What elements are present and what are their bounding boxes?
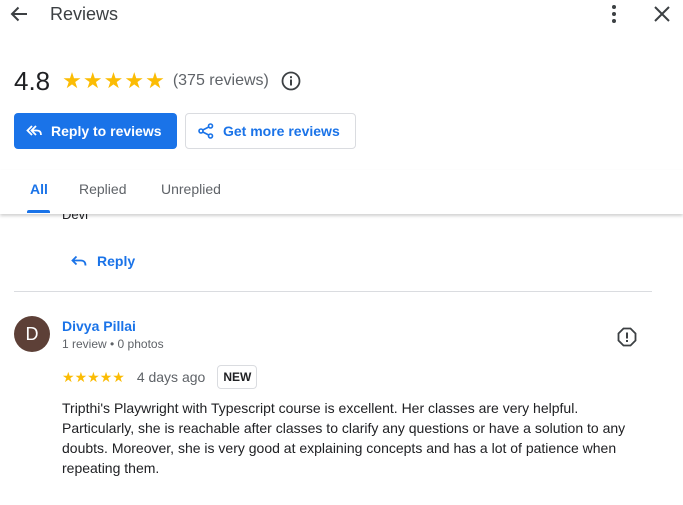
review-date: 4 days ago xyxy=(136,369,206,385)
more-vert-icon[interactable] xyxy=(604,3,624,25)
star-icon: ★ xyxy=(145,68,165,93)
previous-review-fragment: Devi xyxy=(62,214,89,222)
back-arrow-icon[interactable] xyxy=(8,3,30,25)
reply-label: Reply xyxy=(97,253,136,269)
action-buttons: Reply to reviews Get more reviews xyxy=(14,113,356,149)
star-icon: ★ xyxy=(62,369,75,385)
rating-stars: ★ ★ ★ ★ ★ xyxy=(62,70,165,92)
report-icon[interactable] xyxy=(616,326,638,348)
rating-value: 4.8 xyxy=(14,65,51,96)
star-icon: ★ xyxy=(62,68,82,93)
star-icon: ★ xyxy=(82,68,103,93)
info-icon[interactable] xyxy=(281,71,301,91)
tab-bar: All Replied Unreplied xyxy=(0,170,683,214)
review-stars: ★ ★ ★ ★ ★ xyxy=(62,370,125,384)
tab-unreplied[interactable]: Unreplied xyxy=(161,181,221,197)
review-text: Tripthi's Playwright with Typescript cou… xyxy=(62,400,626,476)
tab-replied[interactable]: Replied xyxy=(79,181,126,197)
star-icon: ★ xyxy=(112,369,125,385)
new-badge: NEW xyxy=(217,365,258,389)
reply-button[interactable]: Reply xyxy=(71,253,135,269)
star-icon: ★ xyxy=(74,369,88,385)
avatar[interactable]: D xyxy=(14,316,50,352)
reply-to-reviews-button[interactable]: Reply to reviews xyxy=(14,113,177,149)
share-icon xyxy=(198,123,214,139)
reviewer-name[interactable]: Divya Pillai xyxy=(62,318,136,334)
review-count: (375 reviews) xyxy=(172,72,269,89)
reply-icon xyxy=(71,255,87,266)
review-divider xyxy=(14,291,652,292)
star-icon: ★ xyxy=(103,68,124,93)
rating-summary: 4.8 ★ ★ ★ ★ ★ (375 reviews) xyxy=(14,64,301,98)
header-bar: Reviews xyxy=(0,0,683,28)
close-icon[interactable] xyxy=(651,3,673,25)
star-icon: ★ xyxy=(99,369,113,385)
reviewer-meta: 1 review • 0 photos xyxy=(62,337,164,351)
star-icon: ★ xyxy=(87,369,100,385)
star-icon: ★ xyxy=(124,68,145,93)
active-tab-indicator xyxy=(27,210,50,213)
reply-all-icon xyxy=(26,125,42,136)
review-rating-line: ★ ★ ★ ★ ★ 4 days ago NEW xyxy=(62,365,258,389)
reviews-list[interactable]: Devi Reply D Divya Pillai 1 review • 0 p… xyxy=(0,214,683,505)
get-more-reviews-label: Get more reviews xyxy=(223,123,340,139)
tab-all[interactable]: All xyxy=(30,181,48,197)
page-title: Reviews xyxy=(50,4,119,24)
reply-to-reviews-label: Reply to reviews xyxy=(51,123,162,139)
get-more-reviews-button[interactable]: Get more reviews xyxy=(185,113,356,149)
